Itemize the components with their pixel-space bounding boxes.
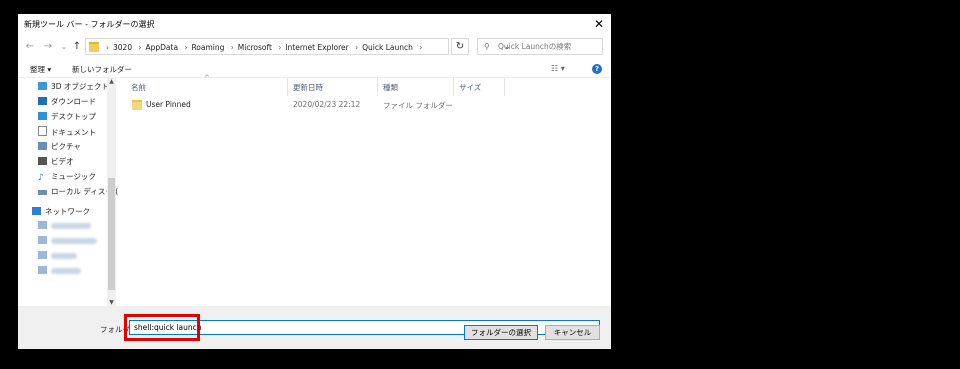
refresh-button[interactable]: ↻ bbox=[451, 38, 469, 55]
sidebar-item-pictures[interactable]: ピクチャ bbox=[38, 141, 81, 155]
column-header-date[interactable]: 更新日時 bbox=[293, 82, 323, 93]
sidebar-item-3d-objects[interactable]: 3D オブジェクト bbox=[38, 81, 109, 95]
sort-ascending-icon: ^ bbox=[204, 74, 210, 82]
view-options-icon[interactable]: ☷ ▾ bbox=[551, 64, 565, 73]
scroll-down-icon[interactable]: ▼ bbox=[107, 299, 116, 306]
desktop-icon bbox=[38, 112, 47, 120]
folder-icon bbox=[89, 42, 99, 52]
redacted-label bbox=[51, 238, 97, 244]
sidebar-item-network[interactable]: ネットワーク bbox=[32, 206, 90, 220]
cancel-button[interactable]: キャンセル bbox=[545, 325, 600, 340]
redacted-label bbox=[51, 253, 77, 259]
refresh-icon: ↻ bbox=[455, 41, 465, 52]
file-type: ファイル フォルダー bbox=[383, 101, 453, 110]
breadcrumb-item[interactable]: 3020 bbox=[113, 43, 132, 52]
file-date: 2020/02/23 22:12 bbox=[293, 100, 361, 109]
close-button[interactable]: ✕ bbox=[587, 14, 611, 34]
search-icon: ⚲ bbox=[484, 42, 490, 51]
command-bar: 整理 ▾ 新しいフォルダー ☷ ▾ ? bbox=[18, 61, 611, 78]
breadcrumb-separator: › bbox=[419, 43, 423, 52]
scroll-thumb[interactable] bbox=[108, 178, 115, 290]
documents-icon bbox=[38, 126, 47, 136]
up-button[interactable]: ↑ bbox=[71, 40, 83, 54]
select-folder-button[interactable]: フォルダーの選択 bbox=[464, 325, 538, 340]
sidebar-item-downloads[interactable]: ダウンロード bbox=[38, 96, 96, 110]
redacted-label bbox=[51, 223, 91, 229]
sidebar-item-music[interactable]: ♪ ミュージック bbox=[38, 171, 96, 185]
videos-icon bbox=[38, 157, 47, 165]
column-header-name[interactable]: 名前 bbox=[131, 82, 146, 93]
breadcrumb-separator: › bbox=[230, 43, 234, 52]
column-divider[interactable] bbox=[377, 78, 378, 96]
local-disk-icon bbox=[38, 190, 47, 195]
title-bar: 新規ツール バー - フォルダーの選択 ✕ bbox=[18, 14, 611, 34]
back-button[interactable]: ← bbox=[24, 40, 36, 54]
sidebar-item-label: ピクチャ bbox=[51, 142, 81, 151]
scroll-up-icon[interactable]: ▲ bbox=[107, 78, 116, 85]
breadcrumb: › 3020 › AppData › Roaming › Microsoft › Inte… bbox=[102, 43, 426, 52]
folder-select-dialog: 新規ツール バー - フォルダーの選択 ✕ ← → ⌄ ↑ › 3020 › App… bbox=[18, 14, 611, 349]
search-input[interactable] bbox=[498, 40, 598, 53]
sidebar-item-label: ドキュメント bbox=[51, 128, 96, 137]
sidebar-item-documents[interactable]: ドキュメント bbox=[38, 126, 96, 140]
help-icon[interactable]: ? bbox=[592, 64, 602, 74]
search-box[interactable]: ⚲ bbox=[477, 38, 603, 55]
breadcrumb-item[interactable]: Roaming bbox=[191, 43, 224, 52]
navigation-bar: ← → ⌄ ↑ › 3020 › AppData › Roaming › Microso… bbox=[18, 36, 611, 58]
sidebar-item-local-disk[interactable]: ローカル ディスク (C bbox=[38, 186, 118, 200]
column-header-size[interactable]: サイズ bbox=[459, 82, 481, 93]
breadcrumb-separator: › bbox=[106, 43, 109, 52]
pictures-icon bbox=[38, 142, 47, 150]
new-folder-button[interactable]: 新しいフォルダー bbox=[72, 64, 132, 75]
3d-objects-icon bbox=[38, 82, 47, 90]
window-title: 新規ツール バー - フォルダーの選択 bbox=[24, 20, 155, 29]
sidebar-item-label: ビデオ bbox=[51, 157, 74, 166]
file-name: User Pinned bbox=[146, 100, 191, 109]
column-divider[interactable] bbox=[504, 78, 505, 96]
sidebar-item-label: 3D オブジェクト bbox=[51, 82, 109, 91]
navigation-pane: 3D オブジェクト ダウンロード デスクトップ ドキュメント ピクチャ ビデオ … bbox=[18, 78, 118, 306]
breadcrumb-separator: › bbox=[138, 43, 142, 52]
sidebar-item-label: ミュージック bbox=[51, 172, 96, 181]
breadcrumb-item[interactable]: Internet Explorer bbox=[285, 43, 348, 52]
column-divider[interactable] bbox=[287, 78, 288, 96]
network-icon bbox=[32, 207, 41, 215]
sidebar-item-label: ネットワーク bbox=[45, 207, 90, 216]
sidebar-item-network-computer[interactable] bbox=[38, 221, 91, 235]
sidebar-item-network-computer[interactable] bbox=[38, 251, 77, 265]
sidebar-item-videos[interactable]: ビデオ bbox=[38, 156, 74, 170]
computer-icon bbox=[38, 236, 47, 244]
computer-icon bbox=[38, 251, 47, 259]
folder-icon bbox=[132, 100, 142, 110]
breadcrumb-item[interactable]: Microsoft bbox=[238, 43, 272, 52]
download-icon bbox=[38, 97, 47, 105]
breadcrumb-separator: › bbox=[355, 43, 359, 52]
breadcrumb-separator: › bbox=[184, 43, 188, 52]
breadcrumb-item[interactable]: Quick Launch bbox=[362, 43, 413, 52]
table-row[interactable]: User Pinned 2020/02/23 22:12 ファイル フォルダー bbox=[121, 98, 609, 112]
sidebar-item-label: ダウンロード bbox=[51, 97, 96, 106]
music-icon: ♪ bbox=[38, 173, 44, 183]
navigation-scrollbar[interactable]: ▲ ▼ bbox=[107, 78, 116, 306]
address-bar[interactable]: › 3020 › AppData › Roaming › Microsoft › Inte… bbox=[85, 38, 511, 55]
sidebar-item-desktop[interactable]: デスクトップ bbox=[38, 111, 96, 125]
recent-locations-button[interactable]: ⌄ bbox=[58, 40, 70, 54]
column-divider[interactable] bbox=[453, 78, 454, 96]
redacted-label bbox=[51, 268, 81, 274]
sidebar-item-network-computer[interactable] bbox=[38, 236, 97, 250]
computer-icon bbox=[38, 266, 47, 274]
computer-icon bbox=[38, 221, 47, 229]
red-highlight-box bbox=[124, 314, 200, 341]
breadcrumb-item[interactable]: AppData bbox=[145, 43, 178, 52]
forward-button[interactable]: → bbox=[42, 40, 54, 54]
column-header-type[interactable]: 種類 bbox=[383, 82, 398, 93]
breadcrumb-separator: › bbox=[278, 43, 282, 52]
file-list: ^ 名前 更新日時 種類 サイズ User Pinned 2020/02/23 … bbox=[121, 74, 609, 306]
organize-button[interactable]: 整理 ▾ bbox=[30, 64, 51, 75]
sidebar-item-label: デスクトップ bbox=[51, 112, 96, 121]
sidebar-item-network-computer[interactable] bbox=[38, 266, 81, 280]
